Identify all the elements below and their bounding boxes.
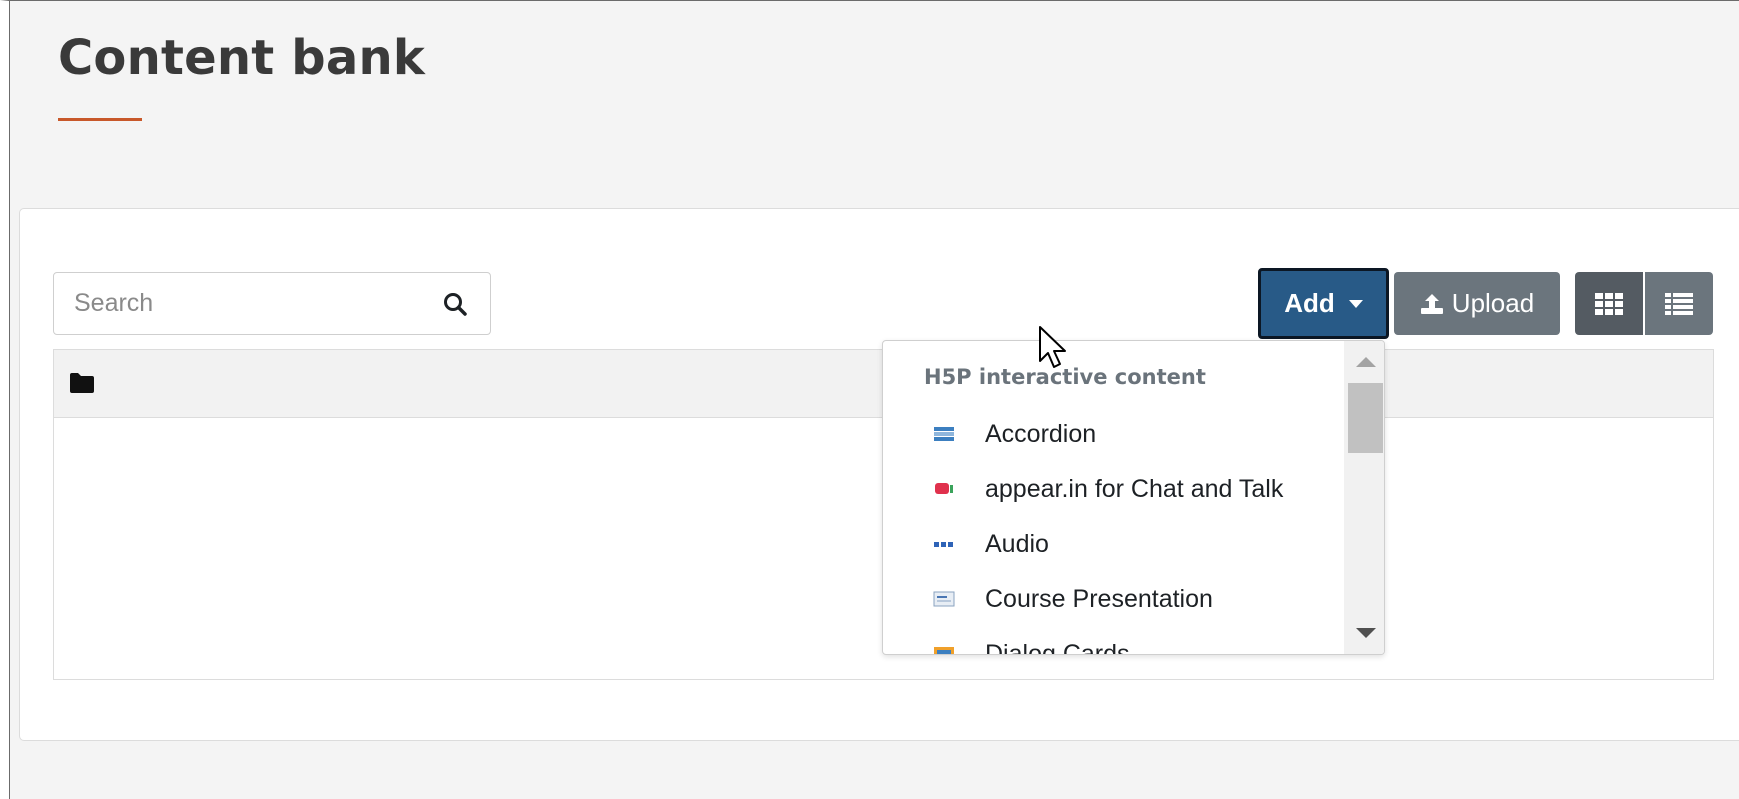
course-presentation-icon (933, 591, 955, 607)
dropdown-item-accordion[interactable]: Accordion (883, 409, 1343, 459)
dropdown-item-label: Audio (985, 529, 1049, 558)
dropdown-item-label: appear.in for Chat and Talk (985, 474, 1284, 503)
title-underline (58, 118, 142, 121)
scroll-up-arrow-icon[interactable] (1356, 357, 1376, 367)
add-button[interactable]: Add (1258, 268, 1389, 339)
grid-view-button[interactable] (1575, 272, 1643, 335)
dropdown-item-label: Accordion (985, 419, 1097, 448)
dropdown-item-dialog-cards[interactable]: Dialog Cards (883, 629, 1343, 655)
search-icon[interactable] (442, 291, 468, 317)
audio-icon (934, 542, 953, 547)
list-view-button[interactable] (1645, 272, 1713, 335)
page-title: Content bank (58, 30, 425, 86)
upload-button-label: Upload (1451, 288, 1535, 318)
search-input[interactable] (74, 273, 414, 334)
dialog-cards-icon (934, 647, 954, 654)
upload-icon (1420, 293, 1443, 314)
scrollbar-thumb[interactable] (1348, 383, 1383, 453)
dropdown-scrollbar[interactable] (1344, 341, 1384, 654)
scroll-down-arrow-icon[interactable] (1356, 628, 1376, 638)
list-icon (1665, 292, 1693, 315)
search-box[interactable] (53, 272, 491, 335)
chevron-down-icon (1348, 299, 1363, 308)
dropdown-item-appear-in[interactable]: appear.in for Chat and Talk (883, 464, 1343, 514)
upload-button[interactable]: Upload (1394, 272, 1560, 335)
dropdown-item-label: Course Presentation (985, 584, 1213, 613)
appear-in-icon (935, 483, 953, 494)
accordion-icon (934, 427, 954, 441)
add-content-dropdown[interactable]: H5P interactive content Accordion appear… (882, 340, 1385, 655)
dropdown-item-audio[interactable]: Audio (883, 519, 1343, 569)
mouse-cursor-icon (1039, 326, 1066, 368)
add-button-label: Add (1284, 288, 1335, 318)
grid-icon (1595, 292, 1623, 315)
dropdown-item-course-presentation[interactable]: Course Presentation (883, 574, 1343, 624)
dropdown-item-label: Dialog Cards (985, 639, 1130, 655)
folder-icon[interactable] (69, 372, 95, 394)
